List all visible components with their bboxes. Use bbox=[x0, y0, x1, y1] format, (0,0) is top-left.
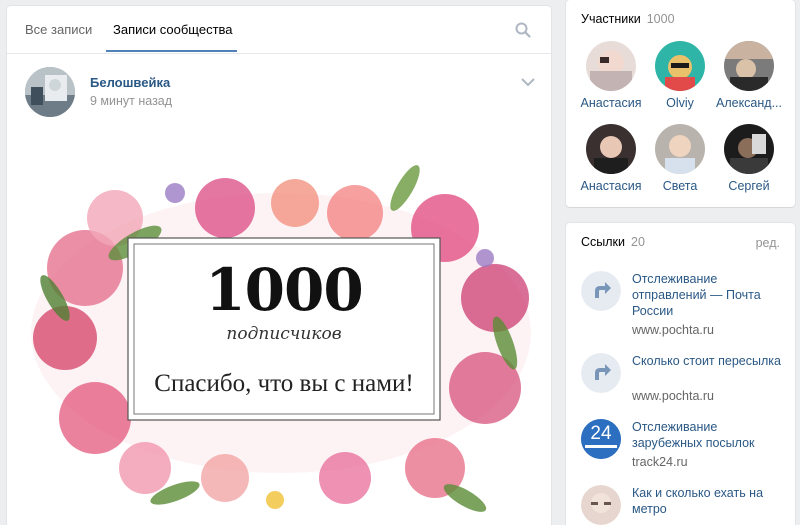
links-header[interactable]: Ссылки 20 bbox=[581, 235, 645, 249]
milestone-number: 1000 bbox=[205, 256, 363, 324]
member-item[interactable]: Olviy bbox=[642, 41, 718, 110]
link-item[interactable]: Как и сколько ехать на метро bbox=[581, 485, 786, 525]
post-author-link[interactable]: Белошвейка bbox=[90, 75, 170, 90]
tab-all-posts[interactable]: Все записи bbox=[25, 22, 92, 37]
tab-community-posts[interactable]: Записи сообщества bbox=[113, 22, 233, 37]
members-title: Участники bbox=[581, 12, 641, 26]
links-edit-link[interactable]: ред. bbox=[756, 236, 780, 250]
members-header[interactable]: Участники 1000 bbox=[581, 12, 675, 26]
avatar bbox=[586, 124, 636, 174]
links-count: 20 bbox=[631, 235, 645, 249]
members-count: 1000 bbox=[646, 12, 675, 26]
link-item[interactable]: Сколько стоит пересылка www.pochta.ru bbox=[581, 353, 786, 403]
wall-tabs: Все записи Записи сообщества bbox=[7, 6, 551, 54]
link-item[interactable]: Отслеживание отправлений — Почта России … bbox=[581, 271, 786, 337]
link-arrow-icon bbox=[581, 271, 621, 311]
link-title: Отслеживание зарубежных посылок bbox=[632, 420, 755, 450]
avatar bbox=[586, 41, 636, 91]
members-module: Участники 1000 Анастасия Olviy Александ..… bbox=[566, 0, 795, 207]
member-item[interactable]: Света bbox=[642, 124, 718, 193]
avatar bbox=[724, 41, 774, 91]
member-name: Анастасия bbox=[580, 179, 642, 193]
post-header: Белошвейка 9 минут назад bbox=[25, 67, 535, 117]
wall-feed: Все записи Записи сообщества Белошвейка … bbox=[7, 6, 551, 525]
member-item[interactable]: Анастасия bbox=[573, 41, 649, 110]
link-item[interactable]: 24 Отслеживание зарубежных посылок track… bbox=[581, 419, 786, 469]
active-tab-indicator bbox=[106, 50, 237, 52]
member-name: Olviy bbox=[666, 96, 694, 110]
member-item[interactable]: Сергей bbox=[711, 124, 787, 193]
avatar bbox=[655, 124, 705, 174]
member-item[interactable]: Александ... bbox=[711, 41, 787, 110]
member-name: Сергей bbox=[728, 179, 770, 193]
avatar bbox=[655, 41, 705, 91]
link-url: www.pochta.ru bbox=[632, 389, 714, 403]
search-icon[interactable] bbox=[515, 22, 531, 38]
track24-badge: 24 bbox=[590, 423, 612, 444]
link-title: Отслеживание отправлений — Почта России bbox=[632, 272, 761, 318]
avatar bbox=[724, 124, 774, 174]
post-image[interactable]: 1000 подписчиков Спасибо, что вы с нами! bbox=[25, 148, 537, 518]
member-name: Света bbox=[662, 179, 698, 193]
chevron-down-icon[interactable] bbox=[521, 77, 535, 87]
member-name: Александ... bbox=[715, 96, 782, 110]
member-name: Анастасия bbox=[580, 96, 642, 110]
links-title: Ссылки bbox=[581, 235, 626, 249]
link-thumbnail bbox=[581, 485, 621, 525]
milestone-subtitle: подписчиков bbox=[226, 324, 342, 344]
link-url: www.pochta.ru bbox=[632, 323, 714, 337]
links-module: Ссылки 20 ред. Отслеживание отправлений —… bbox=[566, 223, 795, 525]
milestone-message: Спасибо, что вы с нами! bbox=[154, 370, 414, 397]
member-item[interactable]: Анастасия bbox=[573, 124, 649, 193]
post-timestamp[interactable]: 9 минут назад bbox=[90, 94, 172, 108]
author-avatar[interactable] bbox=[25, 67, 75, 117]
link-url: track24.ru bbox=[632, 455, 688, 469]
link-title: Как и сколько ехать на метро bbox=[632, 486, 764, 516]
track24-logo-icon: 24 bbox=[581, 419, 621, 459]
link-title: Сколько стоит пересылка bbox=[632, 354, 781, 368]
link-arrow-icon bbox=[581, 353, 621, 393]
